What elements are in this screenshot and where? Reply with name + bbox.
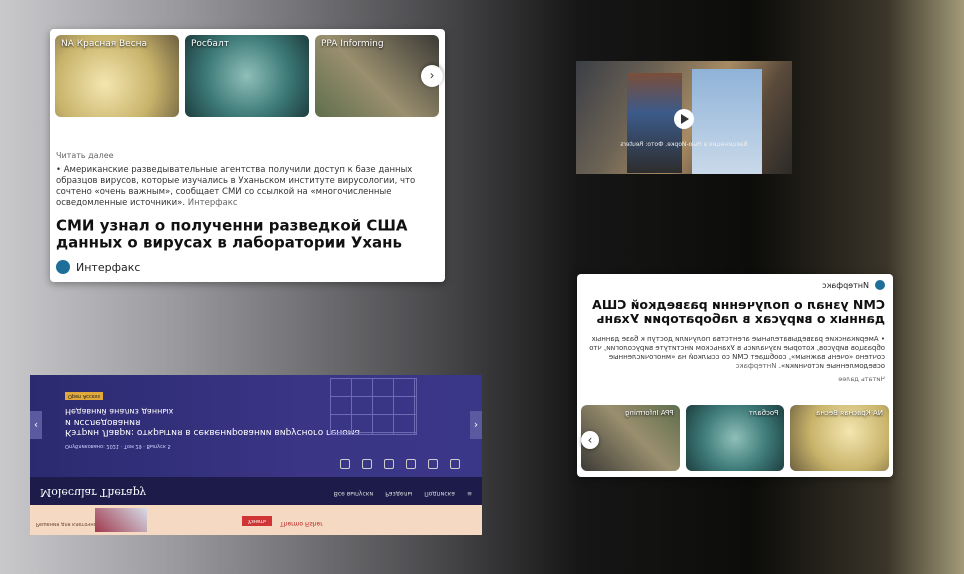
ad-brand: Thermo Fisher	[280, 520, 323, 527]
news-card-flipped[interactable]: NA Красная Весна Росбалт PPA Informing ›…	[50, 29, 445, 282]
prev-arrow-icon[interactable]: ‹	[30, 411, 42, 439]
read-more-link[interactable]: Читать далее	[56, 151, 435, 160]
journal-nav: Molecular Therapy Все выпуски Разделы По…	[30, 477, 482, 505]
headline[interactable]: СМИ узнал о полученни разведкой США данн…	[56, 217, 435, 253]
share-icon[interactable]	[362, 459, 372, 469]
ad-banner[interactable]: Решения для клеточной терапии Узнать The…	[30, 505, 482, 535]
person-with-phone	[627, 73, 682, 173]
thumbnail-lab[interactable]: NA Красная Весна	[790, 405, 889, 471]
thumbnail-label: NA Красная Весна	[816, 409, 883, 417]
source-name: Интерфакс	[822, 280, 869, 290]
source-row[interactable]: Интерфакс	[585, 280, 885, 290]
thumbnail-label: PPA Informing	[321, 39, 384, 49]
thumbnail-virus[interactable]: Росбалт	[685, 405, 785, 471]
thumbnail-label: Росбалт	[191, 39, 229, 49]
article-toolbar	[340, 459, 460, 469]
bullet-text: • Американские разведывательные агентств…	[589, 334, 885, 371]
cover-illustration	[330, 378, 417, 435]
video-player[interactable]: Вакцинация в Нью-Йорке. Фото: Reuters	[576, 61, 792, 174]
headline[interactable]: СМИ узнал о полученни разведкой США данн…	[585, 297, 885, 327]
journal-page-flipped[interactable]: Решения для клеточной терапии Узнать The…	[30, 375, 482, 535]
pdf-icon[interactable]	[340, 459, 350, 469]
thumbnail-label: Росбалт	[748, 409, 779, 417]
nav-link[interactable]: Разделы	[385, 490, 412, 497]
article-hero: Опубликовано: 2021 · Том 29 · Выпуск 5 К…	[30, 375, 482, 477]
save-icon[interactable]	[406, 459, 416, 469]
journal-title[interactable]: Molecular Therapy	[40, 486, 146, 499]
article-meta: Опубликовано: 2021 · Том 29 · Выпуск 5	[65, 443, 171, 449]
person-in-ppe	[692, 69, 762, 174]
menu-icon[interactable]: ≡	[467, 490, 472, 497]
read-more-link[interactable]: Читать далее	[585, 375, 885, 383]
thumbnail-label: PPA Informing	[625, 409, 674, 417]
video-caption: Вакцинация в Нью-Йорке. Фото: Reuters	[620, 141, 748, 148]
tools-icon[interactable]	[450, 459, 460, 469]
next-arrow-icon[interactable]: ›	[581, 431, 599, 449]
open-access-badge: Open Access	[65, 392, 104, 401]
next-arrow-icon[interactable]: ›	[470, 411, 482, 439]
bullet-text: • Американские разведывательные агентств…	[56, 165, 416, 209]
news-card-mirrored[interactable]: Интерфакс СМИ узнал о полученни разведко…	[577, 274, 893, 477]
thumbnail-label: NA Красная Весна	[61, 39, 148, 49]
nav-link[interactable]: Все выпуски	[334, 490, 374, 497]
interfax-logo-icon	[875, 280, 885, 290]
next-arrow-icon[interactable]: ›	[421, 65, 443, 87]
source-name: Интерфакс	[76, 260, 141, 274]
alert-icon[interactable]	[428, 459, 438, 469]
ad-button[interactable]: Узнать	[242, 516, 272, 526]
cite-icon[interactable]	[384, 459, 394, 469]
article-subtitle: Недавний анализ данных	[65, 407, 174, 417]
interfax-logo-icon	[56, 260, 70, 274]
thumbnail-virus[interactable]: Росбалт	[185, 35, 309, 117]
source-row[interactable]: Интерфакс	[56, 260, 435, 274]
nav-link[interactable]: Подписка	[424, 490, 455, 497]
thumbnail-lab[interactable]: NA Красная Весна	[55, 35, 179, 117]
ad-image	[95, 508, 147, 532]
play-icon[interactable]	[674, 109, 694, 129]
article-title[interactable]: Кэтрин Лаври: открытия в секвенировании …	[65, 416, 365, 437]
